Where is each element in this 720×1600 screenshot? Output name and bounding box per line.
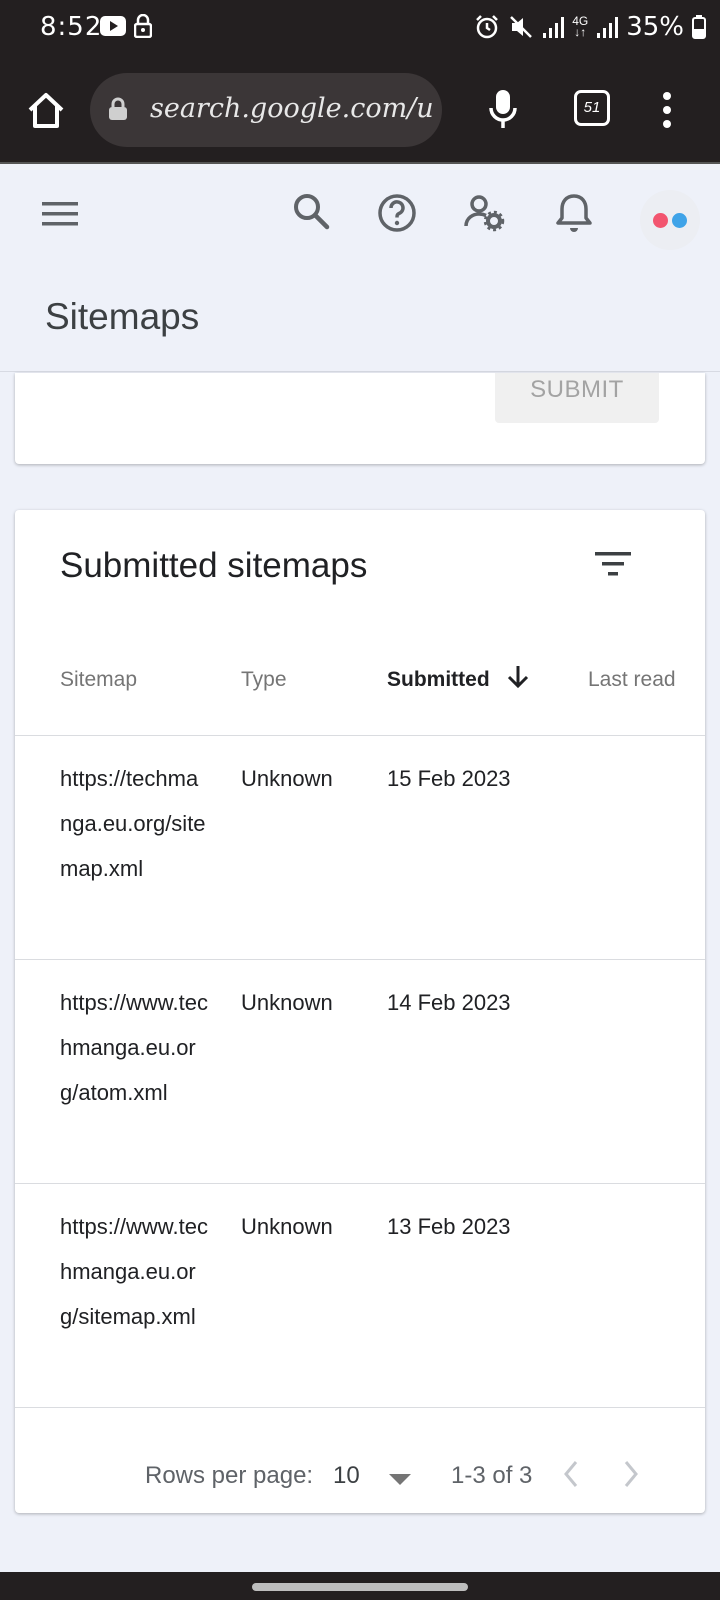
notifications-icon[interactable] [556, 192, 592, 234]
alarm-icon [476, 15, 499, 39]
url-text: search.google.com/u [150, 93, 434, 124]
footer-divider [15, 1407, 705, 1408]
add-sitemap-card: SUBMIT [15, 373, 705, 464]
system-nav-bar [0, 1572, 720, 1600]
row-divider [15, 1183, 705, 1184]
sort-descending-icon[interactable] [507, 664, 529, 690]
tab-switcher-button[interactable]: 51 [574, 90, 610, 126]
network-type: 4G ↓↑ [572, 14, 589, 39]
cell-sitemap-url[interactable]: https://www.techmanga.eu.org/atom.xml [60, 980, 210, 1115]
cell-type: Unknown [241, 1214, 333, 1239]
submit-button[interactable]: SUBMIT [495, 373, 659, 423]
more-options-icon[interactable] [660, 88, 674, 132]
rows-per-page-select[interactable]: 10 [333, 1462, 360, 1490]
cell-type: Unknown [241, 990, 333, 1015]
dropdown-caret-icon[interactable] [389, 1474, 411, 1485]
cell-sitemap-url[interactable]: https://techmanga.eu.org/sitemap.xml [60, 756, 210, 891]
status-time: 8:52 [40, 12, 103, 42]
menu-icon[interactable] [42, 200, 78, 228]
app-header: Sitemaps [0, 166, 720, 372]
cell-type: Unknown [241, 766, 333, 791]
cell-submitted: 15 Feb 2023 [387, 766, 511, 791]
lock-icon [109, 97, 127, 120]
column-header-last-read[interactable]: Last read [588, 668, 676, 692]
address-bar[interactable]: search.google.com/u [90, 73, 442, 147]
status-bar: 8:52 4G ↓↑ 35% [0, 0, 720, 58]
youtube-icon [100, 16, 126, 36]
submitted-sitemaps-card: Submitted sitemaps Sitemap Type Submitte… [15, 510, 705, 1513]
lock-status-icon [134, 14, 152, 38]
mute-icon [510, 16, 533, 38]
browser-toolbar: search.google.com/u 51 [0, 58, 720, 164]
battery-percent: 35% [626, 12, 684, 42]
column-header-submitted[interactable]: Submitted [387, 668, 490, 692]
row-divider [15, 959, 705, 960]
cell-submitted: 13 Feb 2023 [387, 1214, 511, 1239]
status-icons: 4G ↓↑ 35% [474, 12, 706, 42]
rows-per-page-label: Rows per page: [145, 1462, 314, 1489]
cell-submitted: 14 Feb 2023 [387, 990, 511, 1015]
avatar-dot-pink [653, 213, 668, 228]
signal-icon [543, 17, 565, 38]
help-icon[interactable] [376, 192, 418, 234]
home-gesture-pill[interactable] [252, 1583, 468, 1591]
header-divider [15, 735, 705, 736]
column-header-type[interactable]: Type [241, 668, 287, 692]
user-settings-icon[interactable] [464, 192, 506, 232]
previous-page-icon[interactable] [561, 1458, 581, 1490]
next-page-icon[interactable] [621, 1458, 641, 1490]
home-icon[interactable] [24, 88, 68, 132]
cell-sitemap-url[interactable]: https://www.techmanga.eu.org/sitemap.xml [60, 1204, 210, 1339]
card-title: Submitted sitemaps [60, 546, 368, 585]
avatar[interactable] [640, 190, 700, 250]
mic-icon[interactable] [488, 88, 518, 132]
signal-icon-2 [597, 17, 619, 38]
avatar-dot-blue [672, 213, 687, 228]
pagination-range: 1-3 of 3 [451, 1462, 533, 1489]
search-icon[interactable] [292, 192, 332, 232]
page-title: Sitemaps [45, 296, 200, 337]
filter-icon[interactable] [595, 550, 631, 580]
battery-icon [692, 15, 706, 39]
column-header-sitemap[interactable]: Sitemap [60, 668, 137, 692]
